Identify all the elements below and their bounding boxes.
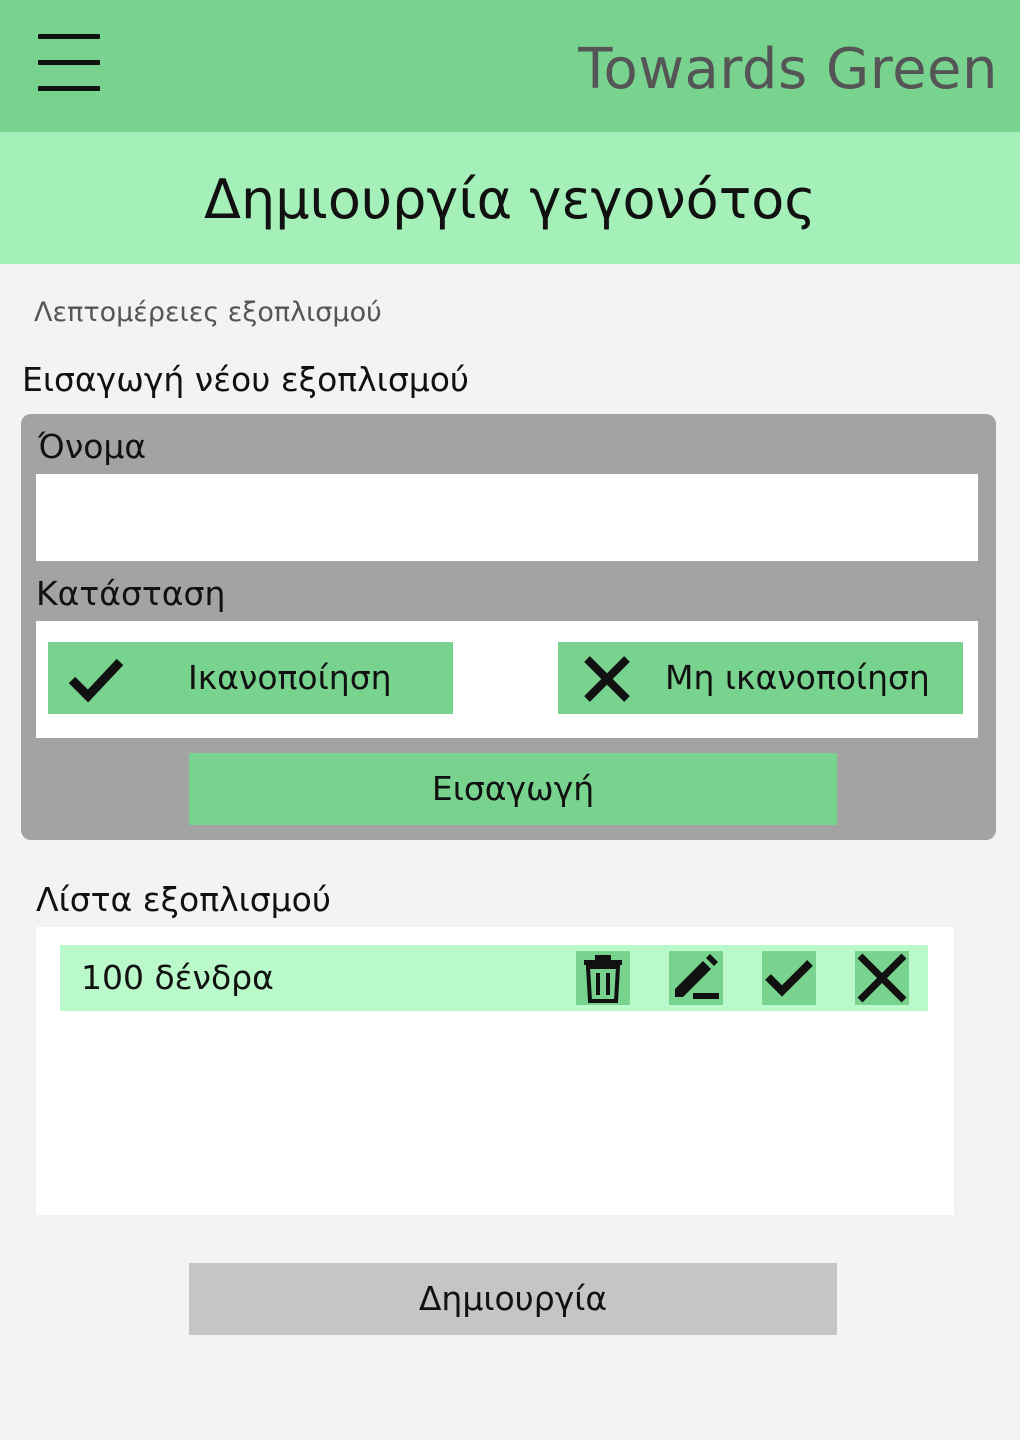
app-title: Towards Green xyxy=(578,37,998,102)
status-unsatisfied-button[interactable]: Μη ικανοποίηση xyxy=(558,642,963,714)
edit-button[interactable] xyxy=(669,951,723,1005)
check-icon xyxy=(765,960,813,997)
insert-button[interactable]: Εισαγωγή xyxy=(189,753,837,825)
list-item-name: 100 δένδρα xyxy=(81,958,274,997)
hamburger-menu-icon[interactable] xyxy=(38,34,100,92)
close-icon xyxy=(857,953,907,1003)
name-input[interactable] xyxy=(36,474,978,561)
name-label: Όνομα xyxy=(38,427,147,466)
approve-button[interactable] xyxy=(762,951,816,1005)
page-title: Δημιουργία γεγονότος xyxy=(204,168,816,231)
close-icon xyxy=(584,656,630,702)
breadcrumb: Λεπτομέρειες εξοπλισμού xyxy=(34,297,382,328)
edit-icon xyxy=(675,954,719,999)
create-button[interactable]: Δημιουργία xyxy=(189,1263,837,1335)
status-satisfied-button[interactable]: Ικανοποίηση xyxy=(48,642,453,714)
equipment-list-heading: Λίστα εξοπλισμού xyxy=(36,880,331,919)
status-label: Κατάσταση xyxy=(36,574,226,613)
check-icon xyxy=(68,658,124,702)
reject-button[interactable] xyxy=(855,951,909,1005)
status-unsatisfied-label: Μη ικανοποίηση xyxy=(665,658,930,697)
trash-icon xyxy=(584,955,622,1003)
delete-button[interactable] xyxy=(576,951,630,1005)
new-equipment-heading: Εισαγωγή νέου εξοπλισμού xyxy=(22,360,470,399)
status-satisfied-label: Ικανοποίηση xyxy=(188,658,392,697)
